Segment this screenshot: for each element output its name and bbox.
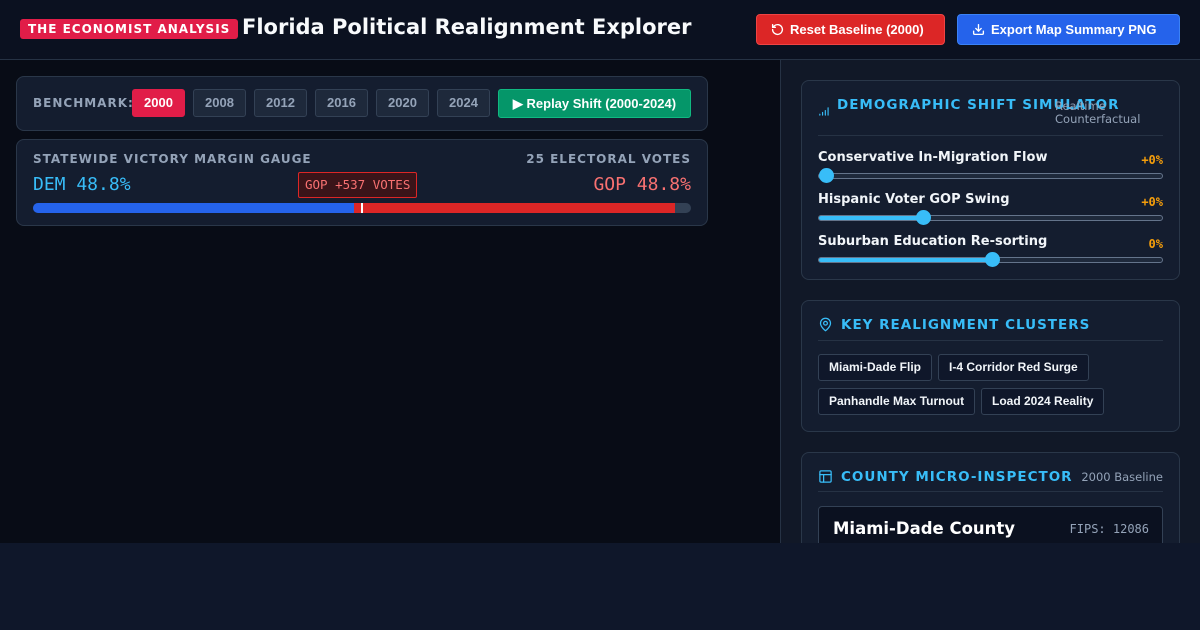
inspector-title: COUNTY MICRO-INSPECTOR [841, 469, 1073, 485]
slider-value-education: 0% [1148, 237, 1163, 251]
slider-thumb[interactable] [984, 252, 1000, 267]
midpoint-marker [361, 203, 363, 213]
benchmark-bar: BENCHMARK: 2000 2008 2012 2016 2020 2024… [16, 76, 708, 131]
export-png-button[interactable]: Export Map Summary PNG [957, 14, 1180, 45]
year-button-2012[interactable]: 2012 [254, 89, 307, 117]
cluster-panhandle-turnout[interactable]: Panhandle Max Turnout [818, 388, 976, 415]
export-png-label: Export Map Summary PNG [991, 22, 1157, 37]
lead-margin-badge: GOP +537 VOTES [298, 172, 418, 198]
realignment-clusters-panel: KEY REALIGNMENT CLUSTERS Miami-Dade Flip… [801, 300, 1180, 432]
dem-bar-fill [33, 203, 355, 213]
refresh-icon [771, 23, 784, 36]
year-button-2024[interactable]: 2024 [437, 89, 490, 117]
year-button-2008[interactable]: 2008 [193, 89, 246, 117]
brand-badge: THE ECONOMIST ANALYSIS [20, 19, 239, 39]
slider-hispanic-swing[interactable] [818, 210, 1163, 225]
slider-value-in-migration: +0% [1141, 153, 1163, 167]
cluster-i4-corridor[interactable]: I-4 Corridor Red Surge [938, 354, 1089, 381]
county-card: Miami-Dade County FIPS: 12086 [818, 506, 1163, 543]
reset-baseline-button[interactable]: Reset Baseline (2000) [756, 14, 945, 45]
simulator-header: DEMOGRAPHIC SHIFT SIMULATOR Realtime Cou… [818, 81, 1163, 136]
benchmark-label: BENCHMARK: [33, 96, 134, 110]
slider-thumb[interactable] [819, 168, 834, 183]
slider-label-in-migration: Conservative In-Migration Flow [818, 150, 1048, 165]
year-button-2020[interactable]: 2020 [376, 89, 429, 117]
county-inspector-panel: COUNTY MICRO-INSPECTOR 2000 Baseline Mia… [801, 452, 1180, 543]
clusters-title: KEY REALIGNMENT CLUSTERS [841, 317, 1091, 333]
simulator-subtitle: Realtime Counterfactual [1055, 99, 1141, 126]
margin-bar [33, 203, 691, 213]
slider-thumb[interactable] [915, 210, 931, 225]
county-fips: FIPS: 12086 [1069, 522, 1149, 536]
slider-in-migration[interactable] [818, 168, 1163, 183]
slider-value-hispanic-swing: +0% [1141, 195, 1163, 209]
slider-fill [819, 216, 923, 220]
inspector-subtitle: 2000 Baseline [1081, 470, 1163, 484]
slider-label-hispanic-swing: Hispanic Voter GOP Swing [818, 192, 1010, 207]
year-button-2016[interactable]: 2016 [315, 89, 368, 117]
page-title: Florida Political Realignment Explorer [242, 15, 692, 39]
inspector-header: COUNTY MICRO-INSPECTOR 2000 Baseline [818, 453, 1163, 492]
top-header: THE ECONOMIST ANALYSIS Florida Political… [0, 0, 1200, 60]
signal-bars-icon [819, 107, 829, 116]
cluster-load-2024[interactable]: Load 2024 Reality [981, 388, 1105, 415]
slider-education[interactable] [818, 252, 1163, 267]
year-button-2000[interactable]: 2000 [132, 89, 185, 117]
clusters-header: KEY REALIGNMENT CLUSTERS [818, 301, 1163, 341]
victory-margin-gauge: STATEWIDE VICTORY MARGIN GAUGE 25 ELECTO… [16, 139, 708, 226]
cluster-miami-dade-flip[interactable]: Miami-Dade Flip [818, 354, 933, 381]
map-pin-icon [819, 317, 832, 332]
demographic-simulator-panel: DEMOGRAPHIC SHIFT SIMULATOR Realtime Cou… [801, 80, 1180, 280]
gauge-title: STATEWIDE VICTORY MARGIN GAUGE [33, 152, 312, 166]
slider-fill [819, 258, 992, 262]
replay-shift-button[interactable]: ▶ Replay Shift (2000-2024) [498, 89, 691, 118]
gop-bar-fill [354, 203, 676, 213]
gop-share-label: GOP 48.8% [593, 174, 691, 195]
layout-icon [819, 470, 832, 483]
slider-label-education: Suburban Education Re-sorting [818, 234, 1048, 249]
electoral-votes-label: 25 ELECTORAL VOTES [526, 152, 691, 166]
reset-baseline-label: Reset Baseline (2000) [790, 22, 924, 37]
county-name: Miami-Dade County [833, 519, 1016, 538]
app-root: THE ECONOMIST ANALYSIS Florida Political… [0, 0, 1200, 543]
dem-share-label: DEM 48.8% [33, 174, 131, 195]
download-icon [972, 23, 985, 36]
